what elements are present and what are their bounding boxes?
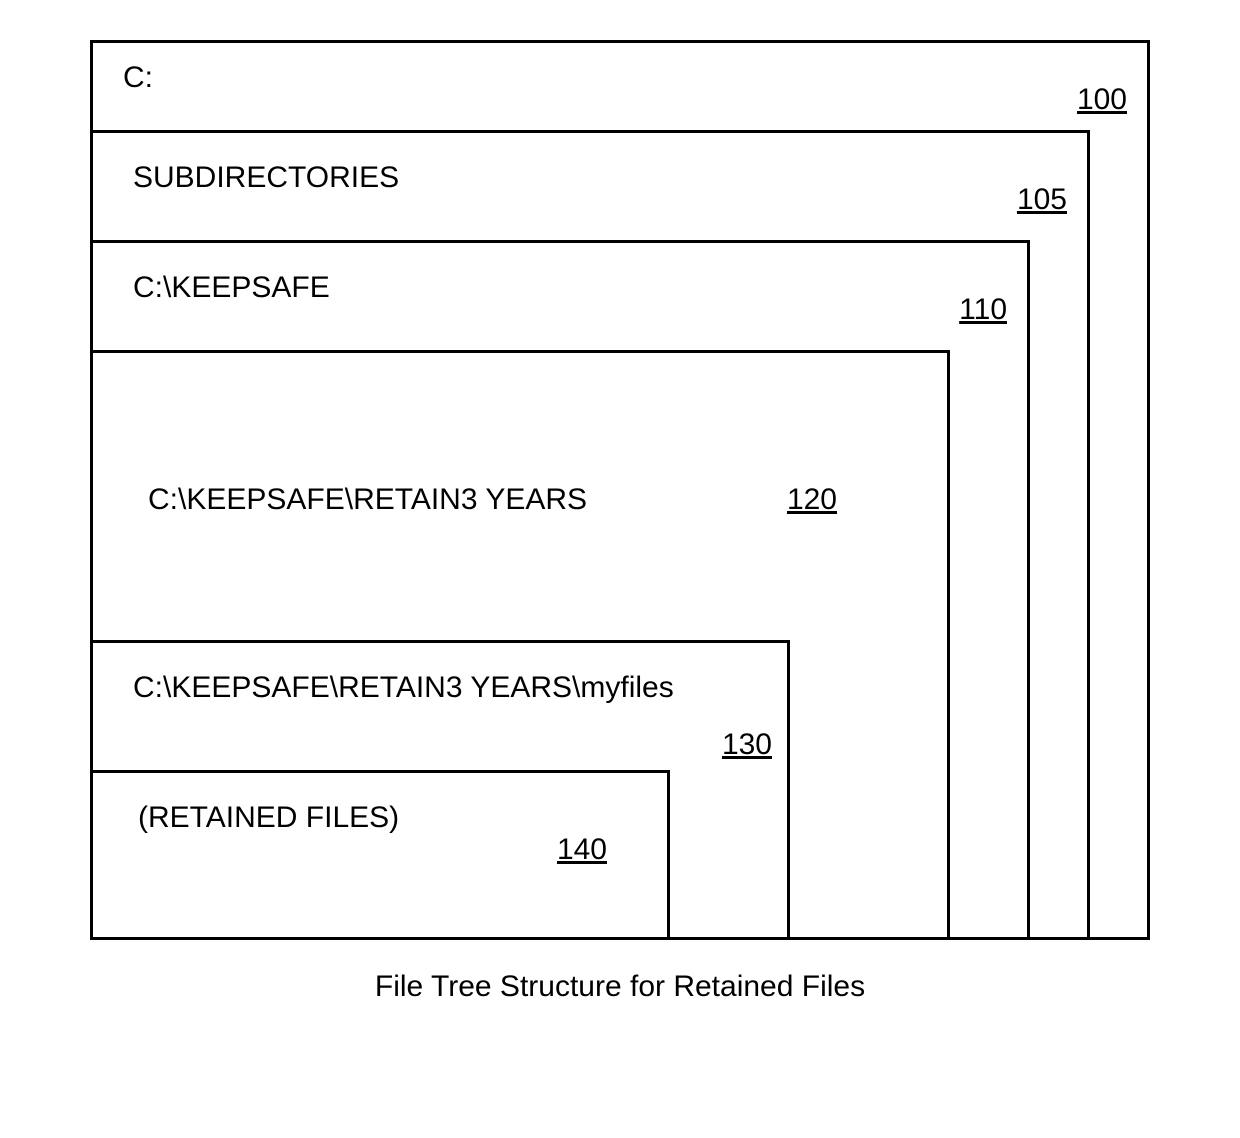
- box-retained-files: (RETAINED FILES) 140: [90, 770, 670, 940]
- box-label: C:: [123, 61, 153, 95]
- box-ref: 105: [1017, 183, 1067, 217]
- box-ref: 120: [787, 483, 837, 517]
- file-tree-diagram: C: 100 SUBDIRECTORIES 105 C:\KEEPSAFE 11…: [90, 40, 1150, 940]
- box-label: SUBDIRECTORIES: [133, 161, 399, 195]
- box-label: C:\KEEPSAFE\RETAIN3 YEARS\myfiles: [133, 671, 674, 705]
- box-ref: 100: [1077, 83, 1127, 117]
- box-ref: 140: [557, 833, 607, 867]
- box-label: C:\KEEPSAFE\RETAIN3 YEARS: [148, 483, 587, 517]
- diagram-caption: File Tree Structure for Retained Files: [40, 970, 1200, 1004]
- box-label: C:\KEEPSAFE: [133, 271, 330, 305]
- box-ref: 130: [722, 728, 772, 762]
- box-ref: 110: [959, 293, 1007, 327]
- box-label: (RETAINED FILES): [138, 801, 399, 835]
